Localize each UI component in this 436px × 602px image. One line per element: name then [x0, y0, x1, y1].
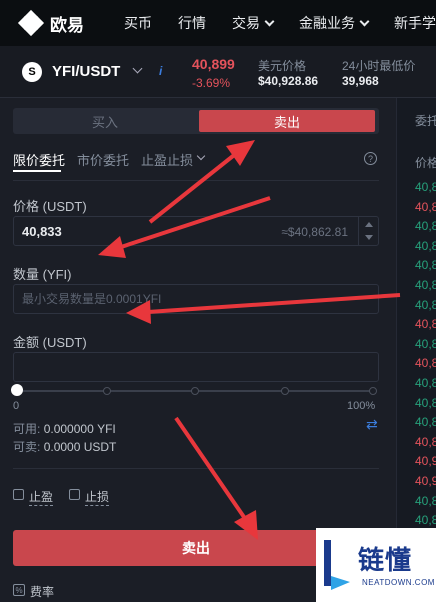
price-stepper[interactable]	[358, 217, 378, 245]
price-approx-usd: ≈$40,862.81	[281, 225, 348, 239]
slider-min-label: 0	[13, 400, 20, 412]
brand-logo[interactable]: 欧易	[17, 9, 84, 37]
quantity-field[interactable]	[13, 284, 379, 314]
last-price: 40,899	[192, 56, 235, 72]
slider-handle[interactable]	[11, 384, 23, 396]
watermark: 链懂 NEATDOWN.COM	[316, 528, 436, 602]
slider-step-100[interactable]	[369, 387, 377, 395]
quantity-input[interactable]	[14, 285, 378, 313]
chevron-down-icon[interactable]	[132, 63, 143, 74]
orderbook-row[interactable]: 40,8	[415, 356, 436, 370]
chevron-down-icon	[264, 16, 275, 26]
orderbook-row[interactable]: 40,8	[415, 435, 436, 449]
orderbook-row[interactable]: 40,8	[415, 337, 436, 351]
ticker-bar: S YFI/USDT i 40,899 -3.69% 美元价格 $40,928.…	[0, 46, 436, 98]
available-balance: 可用: 0.000000 YFI	[13, 422, 116, 436]
amount-input[interactable]	[13, 352, 379, 382]
orderbook-row[interactable]: 40,8	[415, 376, 436, 390]
divider	[13, 180, 379, 181]
caret-down-icon[interactable]	[365, 235, 373, 240]
nav-item-trade[interactable]: 交易	[232, 13, 275, 33]
fee-icon: %	[13, 584, 25, 596]
brand-name: 欧易	[50, 15, 84, 35]
orderbook-price-header: 价格	[415, 156, 436, 170]
usd-price-label: 美元价格	[258, 59, 307, 73]
price-label: 价格 (USDT)	[13, 199, 87, 214]
low-24h-value: 39,968	[342, 74, 379, 88]
orderbook-row[interactable]: 40,8	[415, 258, 436, 272]
quantity-label: 数量 (YFI)	[13, 267, 72, 282]
orderbook-row[interactable]: 40,8	[415, 239, 436, 253]
stop-loss-label[interactable]: 止损	[85, 488, 110, 506]
slider-max-label: 100%	[347, 400, 376, 412]
tab-limit-order[interactable]: 限价委托	[13, 150, 65, 169]
fee-rate-link[interactable]: 费率	[30, 583, 54, 600]
chevron-down-icon[interactable]	[196, 151, 206, 161]
tab-market-order[interactable]: 市价委托	[77, 150, 129, 169]
tab-stop-order[interactable]: 止盈止损	[141, 150, 193, 169]
orderbook-panel: 委托 价格 40,8 40,8 40,8 40,8 40,8 40,8 40,8 40,8 40…	[396, 98, 436, 602]
price-change: -3.69%	[192, 76, 231, 90]
orderbook-row[interactable]: 40,8	[415, 278, 436, 292]
orderbook-row[interactable]: 40,8	[415, 200, 436, 214]
sellable-balance: 可卖: 0.0000 USDT	[13, 440, 117, 454]
orderbook-row[interactable]: 40,8	[415, 219, 436, 233]
orderbook-row[interactable]: 40,9	[415, 454, 436, 468]
divider	[13, 468, 379, 469]
chevron-down-icon	[359, 16, 370, 26]
amount-label: 金额 (USDT)	[13, 335, 87, 350]
order-panel: 买入 卖出 限价委托 市价委托 止盈止损 ? 价格 (USDT) 40,833 …	[0, 98, 396, 602]
slider-step-75[interactable]	[281, 387, 289, 395]
tab-orders[interactable]: 委托	[415, 112, 436, 129]
take-profit-checkbox[interactable]	[13, 489, 24, 500]
orderbook-row[interactable]: 40,8	[415, 180, 436, 194]
nav-item-finance[interactable]: 金融业务	[299, 13, 370, 33]
orderbook-row[interactable]: 40,8	[415, 298, 436, 312]
nav-item-markets[interactable]: 行情	[178, 13, 206, 33]
yfi-coin-icon: S	[22, 62, 42, 82]
price-value: 40,833	[22, 224, 62, 239]
stop-loss-checkbox[interactable]	[69, 489, 80, 500]
caret-up-icon[interactable]	[365, 222, 373, 227]
transfer-icon[interactable]: ⇄	[366, 416, 378, 433]
orderbook-row[interactable]: 40,8	[415, 396, 436, 410]
orderbook-row[interactable]: 40,9	[415, 474, 436, 488]
orderbook-row[interactable]: 40,8	[415, 415, 436, 429]
usd-price-value: $40,928.86	[258, 74, 319, 88]
price-input[interactable]: 40,833 ≈$40,862.81	[13, 216, 379, 246]
nav-item-beginner[interactable]: 新手学	[394, 13, 436, 33]
side-tabs: 买入 卖出	[13, 108, 379, 134]
orderbook-row[interactable]: 40,8	[415, 317, 436, 331]
tab-buy[interactable]: 买入	[13, 108, 197, 134]
slider-step-50[interactable]	[191, 387, 199, 395]
okx-logo-icon	[17, 9, 45, 37]
info-icon[interactable]: i	[159, 64, 171, 78]
active-tab-underline	[13, 170, 61, 172]
low-24h-label: 24小时最低价	[342, 59, 416, 73]
trading-pair-selector[interactable]: YFI/USDT	[52, 63, 120, 80]
nav-item-buy-crypto[interactable]: 买币	[124, 13, 152, 33]
top-navbar: 欧易 买币 行情 交易 金融业务 新手学	[0, 0, 436, 46]
orderbook-row[interactable]: 40,8	[415, 494, 436, 508]
slider-step-25[interactable]	[103, 387, 111, 395]
help-icon[interactable]: ?	[364, 152, 377, 165]
tab-sell[interactable]: 卖出	[199, 110, 375, 132]
take-profit-label[interactable]: 止盈	[29, 488, 54, 506]
orderbook-row[interactable]: 40,8	[415, 513, 436, 527]
neatdown-logo-icon	[324, 540, 350, 590]
